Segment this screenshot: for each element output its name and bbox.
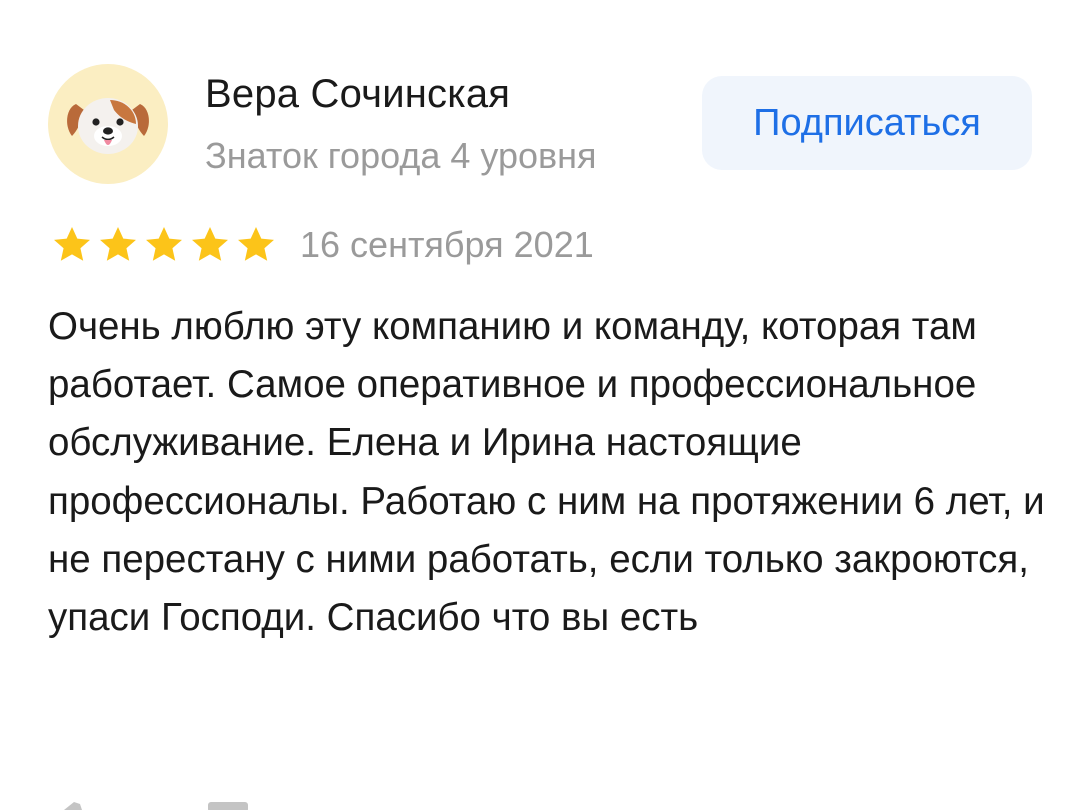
- star-icon: [146, 227, 182, 261]
- star-icon: [238, 227, 274, 261]
- author-level: Знаток города 4 уровня: [205, 135, 597, 176]
- star-rating: [50, 223, 278, 267]
- review-card: Вера Сочинская Знаток города 4 уровня По…: [0, 0, 1080, 810]
- star-icon: [54, 227, 90, 261]
- action-icons-row: [64, 802, 248, 810]
- star-icon: [192, 227, 228, 261]
- review-text: Очень люблю эту компанию и команду, кото…: [48, 305, 1045, 640]
- like-icon: [64, 802, 82, 810]
- subscribe-button[interactable]: Подписаться: [702, 76, 1032, 170]
- dog-emoji-icon: [67, 98, 149, 154]
- author-name[interactable]: Вера Сочинская: [205, 72, 510, 117]
- avatar[interactable]: [48, 64, 168, 184]
- review-date: 16 сентября 2021: [300, 224, 594, 265]
- comment-icon: [208, 802, 248, 810]
- star-icon: [100, 227, 136, 261]
- rating-row: 16 сентября 2021: [50, 220, 594, 270]
